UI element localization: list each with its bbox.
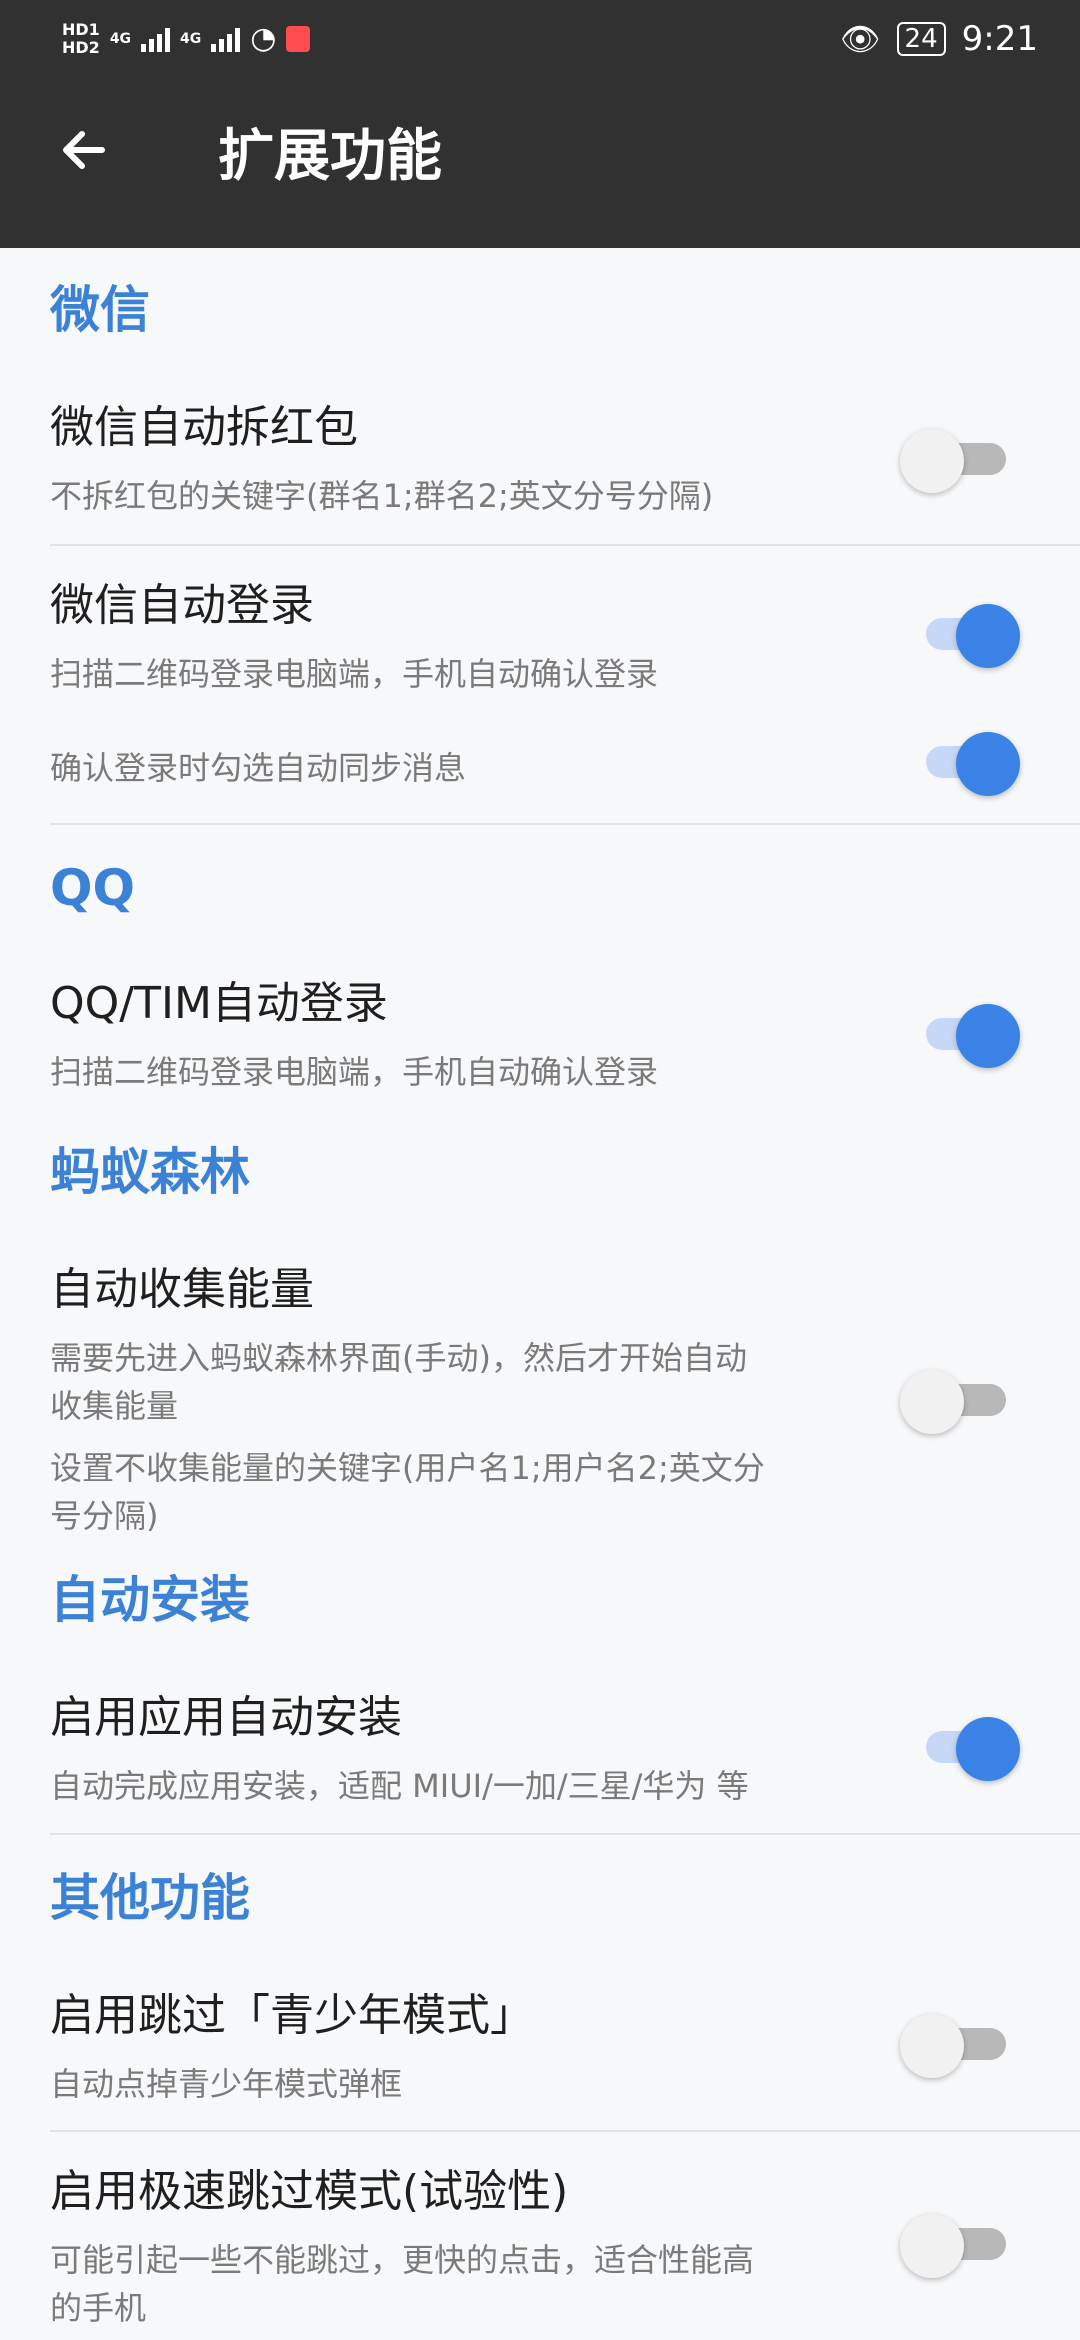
setting-desc-skip-teen: 自动点掉青少年模式弹框 xyxy=(50,2065,403,2103)
hd1-label: HD1 xyxy=(62,20,100,39)
divider xyxy=(50,1833,1080,1835)
toggle-skip-teen[interactable] xyxy=(900,2008,1020,2078)
status-left: HD1 HD2 4G 4G ◔ xyxy=(62,12,311,66)
setting-title-fast-skip: 启用极速跳过模式(试验性) xyxy=(50,2166,569,2217)
setting-title-collect-energy: 自动收集能量 xyxy=(50,1264,314,1315)
section-header-other: 其他功能 xyxy=(50,1869,250,1927)
section-header-auto-install: 自动安装 xyxy=(50,1571,250,1629)
setting-desc-qq-login: 扫描二维码登录电脑端，手机自动确认登录 xyxy=(50,1053,659,1091)
setting-desc-wechat-red-packet[interactable]: 不拆红包的关键字(群名1;群名2;英文分号分隔) xyxy=(50,472,850,520)
setting-desc-collect-energy: 需要先进入蚂蚁森林界面(手动)，然后才开始自动 xyxy=(50,1339,747,1377)
setting-title-app-install: 启用应用自动安装 xyxy=(50,1692,402,1743)
eye-icon: 👁 xyxy=(839,20,881,58)
divider xyxy=(50,2130,1080,2132)
battery-icon: 24 xyxy=(896,22,946,56)
hd-indicators: HD1 HD2 xyxy=(62,21,100,57)
setting-title-qq-login: QQ/TIM自动登录 xyxy=(50,978,388,1029)
page-title: 扩展功能 xyxy=(218,124,442,189)
section-header-wechat: 微信 xyxy=(50,281,150,339)
section-header-qq: QQ xyxy=(50,859,136,917)
section-header-ant-forest: 蚂蚁森林 xyxy=(50,1143,250,1201)
setting-desc-fast-skip: 可能引起一些不能跳过，更快的点击，适合性能高 xyxy=(50,2241,755,2279)
setting-desc-wechat-sync: 确认登录时勾选自动同步消息 xyxy=(50,749,467,787)
setting-desc-wechat-login: 扫描二维码登录电脑端，手机自动确认登录 xyxy=(50,655,659,693)
status-bar: HD1 HD2 4G 4G ◔ 👁 24 9:21 xyxy=(0,0,1080,78)
toggle-wechat-sync[interactable] xyxy=(900,726,1020,796)
setting-title-skip-teen: 启用跳过「青少年模式」 xyxy=(50,1990,534,2041)
toggle-fast-skip[interactable] xyxy=(900,2208,1020,2278)
setting-keywords-collect-energy[interactable]: 设置不收集能量的关键字(用户名1;用户名2;英文分 xyxy=(50,1444,850,1492)
toggle-qq-login[interactable] xyxy=(900,998,1020,1068)
setting-desc-fast-skip-cont: 的手机 xyxy=(50,2289,147,2327)
network-type-1: 4G xyxy=(109,31,132,47)
hd2-label: HD2 xyxy=(62,38,100,57)
divider xyxy=(50,823,1080,825)
signal-bars-icon xyxy=(141,26,171,52)
setting-title-wechat-login: 微信自动登录 xyxy=(50,580,314,631)
app-bar: 扩展功能 xyxy=(0,78,1080,248)
wifi-icon: ◔ xyxy=(250,21,277,56)
setting-desc-app-install: 自动完成应用安装，适配 MIUI/一加/三星/华为 等 xyxy=(50,1767,749,1805)
divider xyxy=(50,544,1080,546)
toggle-wechat-login[interactable] xyxy=(900,598,1020,668)
status-right: 👁 24 9:21 xyxy=(840,12,1038,66)
toggle-wechat-red-packet[interactable] xyxy=(900,423,1020,493)
clock: 9:21 xyxy=(961,19,1038,59)
notification-app-icon xyxy=(286,26,311,52)
toggle-collect-energy[interactable] xyxy=(900,1364,1020,1434)
signal-bars-icon xyxy=(211,26,241,52)
network-type-2: 4G xyxy=(180,31,202,47)
back-arrow-icon[interactable] xyxy=(52,118,116,182)
setting-desc-collect-energy-cont: 收集能量 xyxy=(50,1387,179,1425)
setting-title-wechat-red-packet: 微信自动拆红包 xyxy=(50,402,358,453)
toggle-app-install[interactable] xyxy=(900,1711,1020,1781)
setting-keywords-collect-energy-cont[interactable]: 号分隔) xyxy=(50,1492,850,1540)
